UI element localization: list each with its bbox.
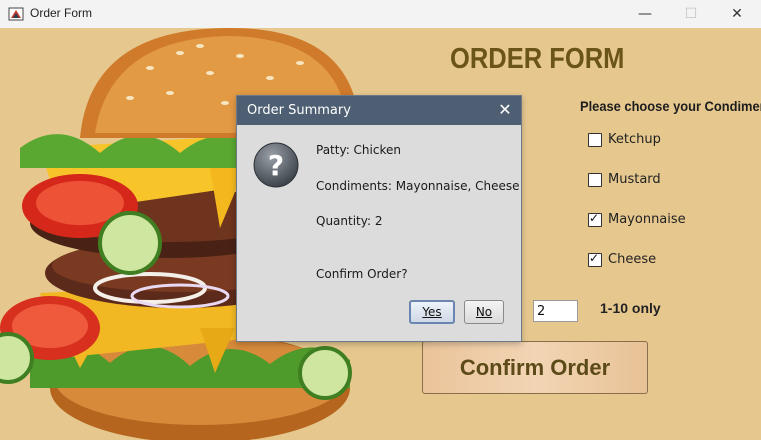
window-titlebar: Order Form — ☐ ✕: [0, 0, 761, 29]
dialog-titlebar: Order Summary ✕: [237, 96, 521, 125]
java-app-icon: [8, 7, 24, 21]
check-icon: ✓: [589, 250, 600, 265]
checkbox-label: Mustard: [608, 172, 661, 187]
form-heading: ORDER FORM: [450, 43, 625, 75]
confirm-order-button[interactable]: Confirm Order: [422, 341, 648, 394]
dialog-close-button[interactable]: ✕: [495, 99, 515, 121]
yes-button[interactable]: Yes: [409, 300, 455, 324]
svg-text:?: ?: [268, 149, 284, 182]
close-button[interactable]: ✕: [714, 0, 760, 28]
checkbox-label: Cheese: [608, 252, 657, 267]
question-icon: ?: [253, 142, 299, 188]
summary-quantity: Quantity: 2: [316, 214, 383, 228]
checkbox-cheese[interactable]: ✓ Cheese: [588, 250, 657, 267]
maximize-button[interactable]: ☐: [668, 0, 714, 28]
checkbox-label: Ketchup: [608, 132, 661, 147]
checkbox-label: Mayonnaise: [608, 212, 686, 227]
checkbox-box[interactable]: ✓: [588, 210, 602, 227]
confirm-prompt: Confirm Order?: [316, 267, 408, 281]
condiments-label: Please choose your Condiments:: [580, 98, 761, 114]
checkbox-box[interactable]: ✓: [588, 250, 602, 267]
yes-label: Yes: [422, 305, 442, 319]
checkbox-mayonnaise[interactable]: ✓ Mayonnaise: [588, 210, 686, 227]
check-icon: ✓: [589, 210, 600, 225]
checkbox-box[interactable]: [588, 172, 602, 187]
quantity-note: 1-10 only: [600, 300, 661, 316]
checkbox-ketchup[interactable]: Ketchup: [588, 132, 661, 147]
window-title: Order Form: [30, 6, 93, 20]
dialog-title: Order Summary: [247, 103, 351, 118]
quantity-field[interactable]: 2: [533, 300, 578, 322]
summary-patty: Patty: Chicken: [316, 143, 401, 157]
summary-condiments: Condiments: Mayonnaise, Cheese: [316, 179, 520, 193]
no-label: No: [475, 305, 493, 319]
checkbox-mustard[interactable]: Mustard: [588, 172, 661, 187]
checkbox-box[interactable]: [588, 132, 602, 147]
order-summary-dialog: Order Summary ✕ ? Patty: Chicken Condime…: [236, 95, 522, 342]
minimize-button[interactable]: —: [622, 0, 668, 28]
no-button[interactable]: No: [464, 300, 504, 324]
